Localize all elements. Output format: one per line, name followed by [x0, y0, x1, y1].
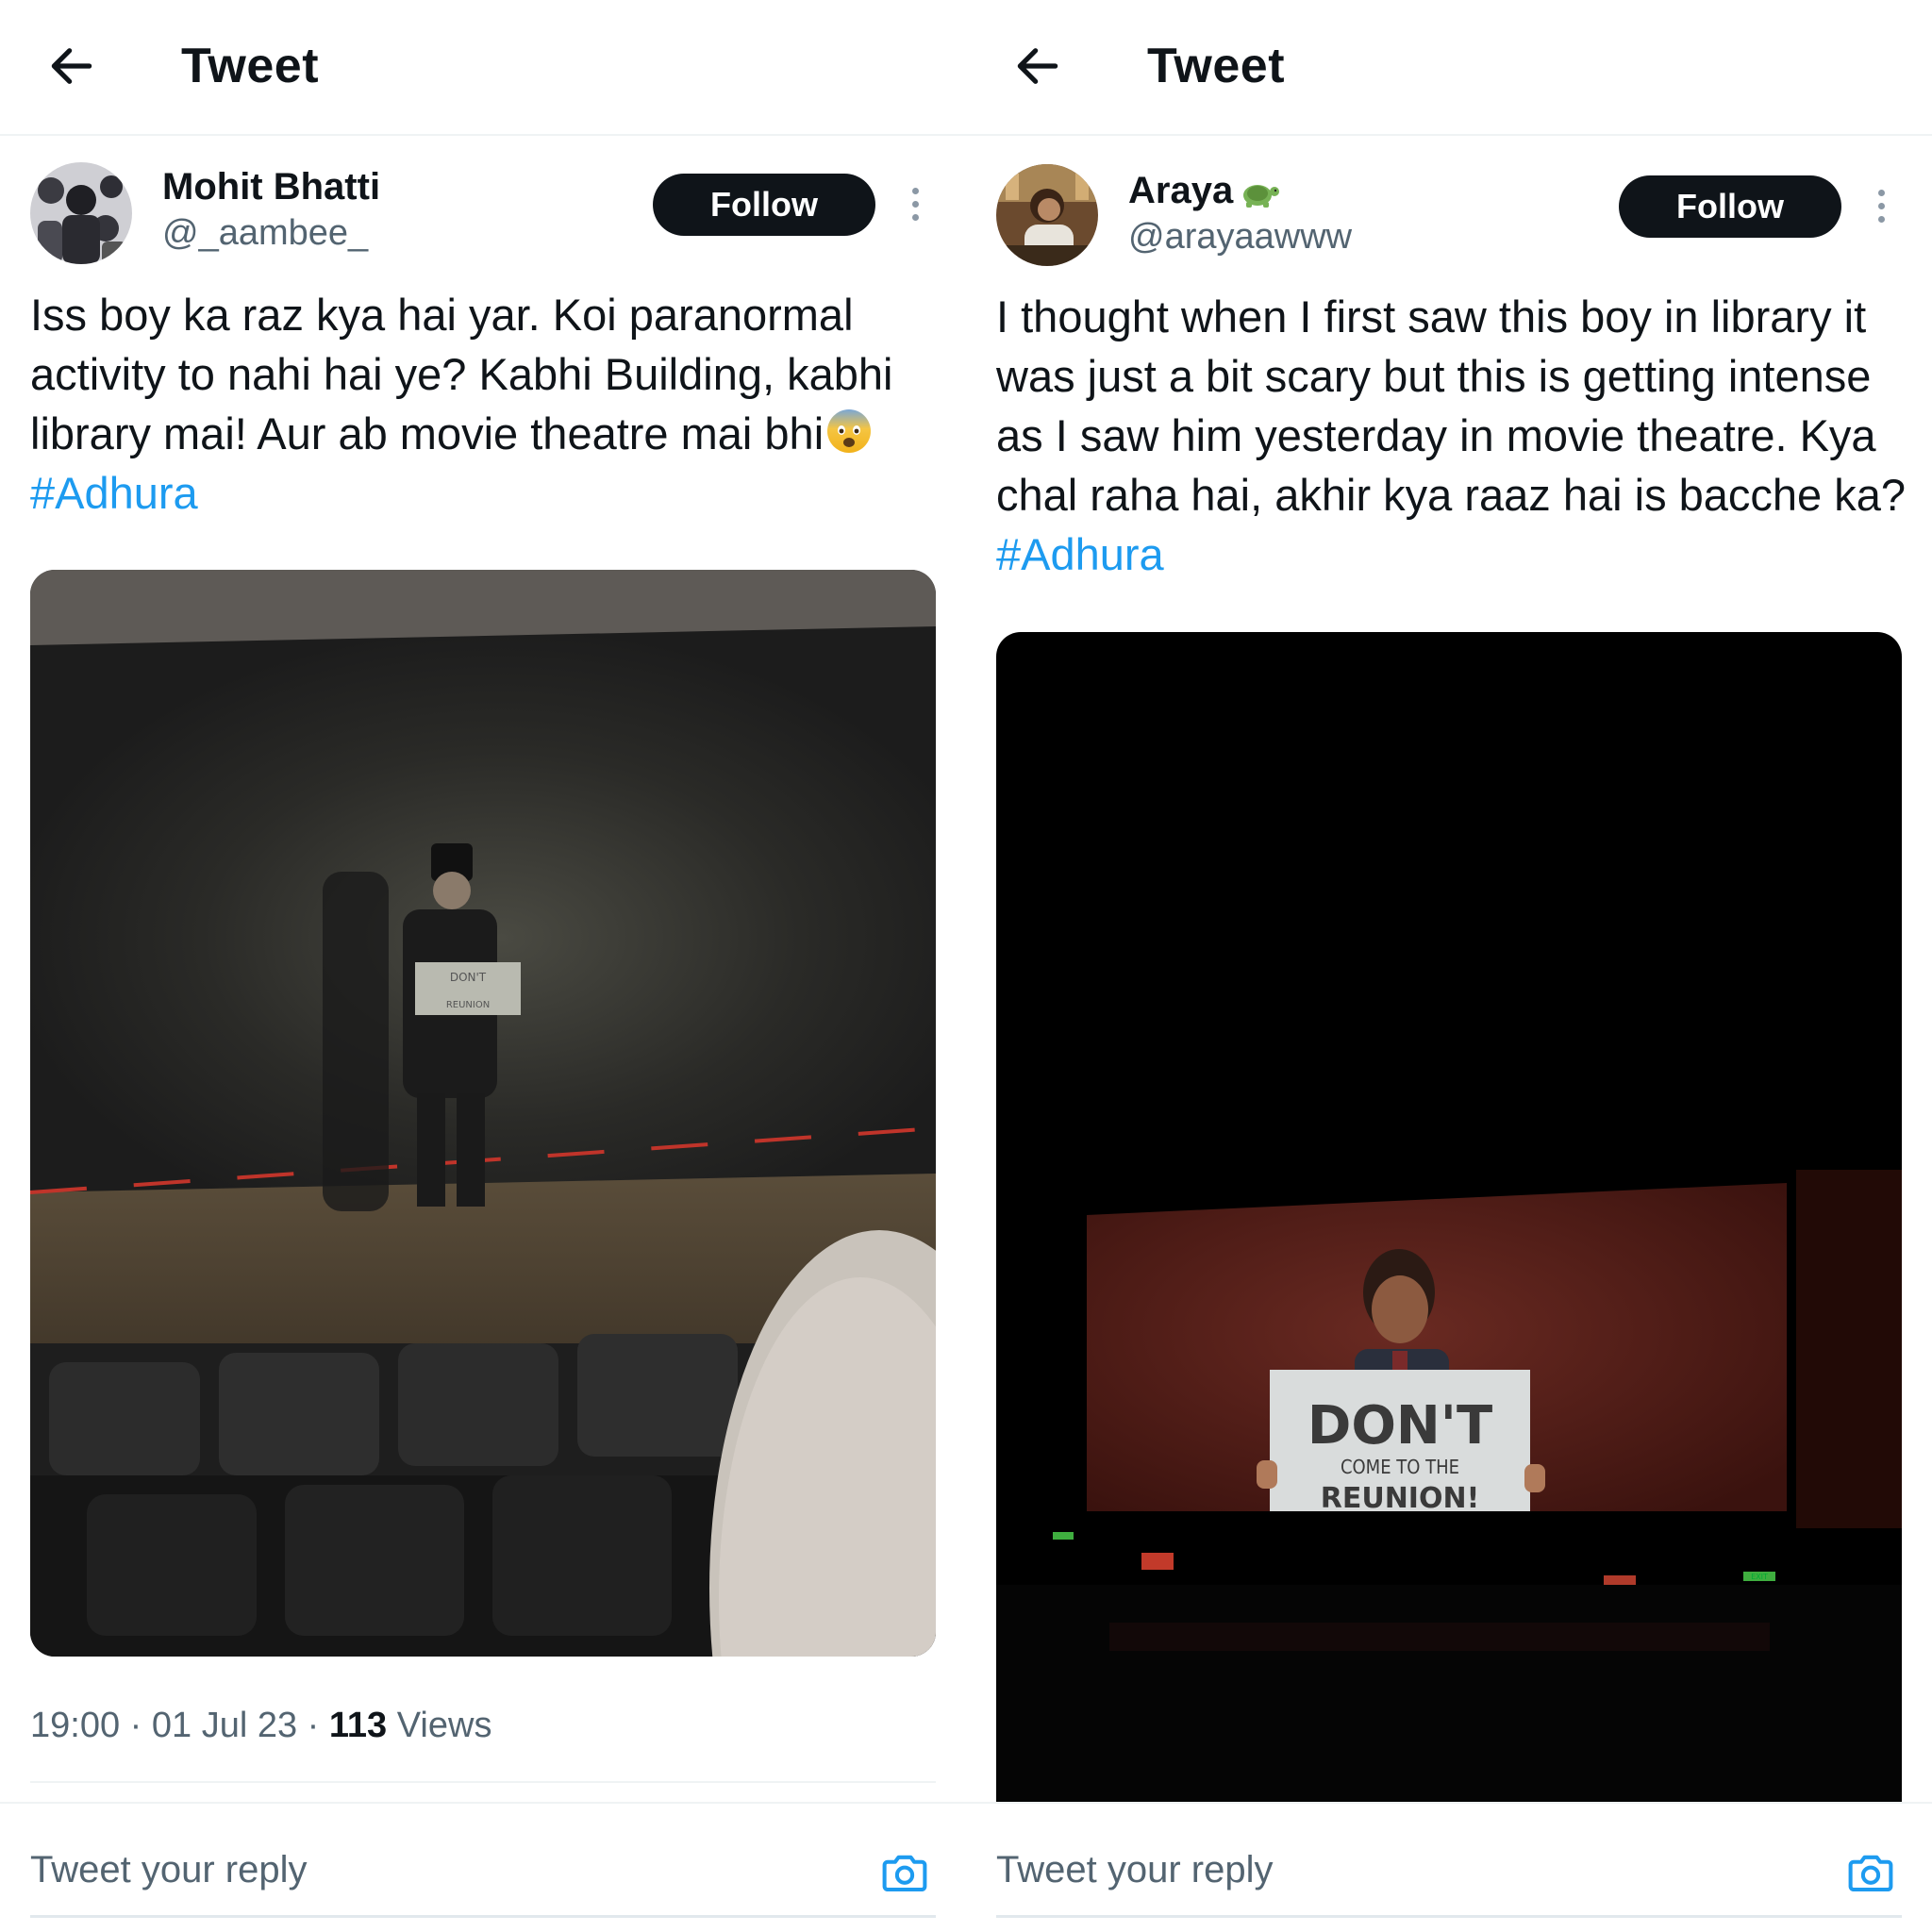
page-title: Tweet — [1147, 39, 1286, 93]
more-options-icon[interactable] — [1868, 185, 1894, 232]
tweet-media-photo[interactable]: DON'T COME TO THE REUNION! EXIT — [996, 632, 1902, 1802]
back-arrow-icon[interactable] — [45, 40, 98, 92]
fearful-face-icon — [827, 409, 872, 453]
hashtag-link[interactable]: #Adhura — [996, 529, 1164, 579]
theatre-stage-photo: DON'T REUNION — [30, 570, 936, 1657]
author-name-text: Araya — [1128, 170, 1234, 211]
theatre-screen-photo: DON'T COME TO THE REUNION! EXIT — [996, 632, 1902, 1802]
turtle-icon — [1243, 185, 1280, 208]
author-name[interactable]: Araya — [1128, 170, 1280, 212]
tweet-body: I thought when I first saw this boy in l… — [996, 291, 1907, 520]
tweet-text: Iss boy ka raz kya hai yar. Koi paranorm… — [30, 285, 950, 523]
header: Tweet — [966, 0, 1932, 136]
more-options-icon[interactable] — [902, 183, 928, 230]
reply-bar — [966, 1802, 1932, 1932]
exit-sign: EXIT — [1751, 1573, 1768, 1581]
back-arrow-icon[interactable] — [1011, 40, 1064, 92]
camera-icon[interactable] — [1845, 1847, 1896, 1898]
sign-text-reunion: REUNION! — [1321, 1482, 1480, 1515]
hashtag-link[interactable]: #Adhura — [30, 468, 198, 518]
tweet-body: Iss boy ka raz kya hai yar. Koi paranorm… — [30, 290, 893, 458]
tweet-meta: 19:00 · 01 Jul 23 · 113 Views — [30, 1706, 491, 1746]
tweet-pane-right: Tweet Araya @arayaawww Follow I thought … — [966, 0, 1932, 1932]
reply-bar — [0, 1802, 966, 1932]
sign-text-bottom: REUNION — [446, 1000, 490, 1010]
tweet-text: I thought when I first saw this boy in l… — [996, 287, 1916, 584]
header: Tweet — [0, 0, 966, 136]
avatar[interactable] — [996, 164, 1098, 266]
author-handle[interactable]: @_aambee_ — [162, 213, 368, 254]
meta-separator: · — [307, 1706, 320, 1745]
views-count: 113 — [328, 1706, 388, 1745]
avatar[interactable] — [30, 162, 132, 264]
tweet-pane-left: Tweet Mohit Bhatti @_aambee_ Follow Iss … — [0, 0, 966, 1932]
views-label: Views — [396, 1706, 492, 1745]
reply-input[interactable] — [996, 1849, 1807, 1891]
tweet-date: 01 Jul 23 — [151, 1706, 298, 1745]
follow-button[interactable]: Follow — [653, 174, 875, 236]
tweet-time: 19:00 — [30, 1706, 121, 1745]
meta-separator: · — [129, 1706, 142, 1745]
sign-text-dont: DON'T — [1307, 1395, 1492, 1457]
camera-icon[interactable] — [879, 1847, 930, 1898]
sign-text-top: DON'T — [450, 971, 487, 984]
page-title: Tweet — [181, 39, 320, 93]
follow-button[interactable]: Follow — [1619, 175, 1841, 238]
reply-underline — [996, 1915, 1902, 1918]
sign-text-come: COME TO THE — [1341, 1456, 1459, 1478]
tweet-media-photo[interactable]: DON'T REUNION — [30, 570, 936, 1657]
reply-underline — [30, 1915, 936, 1918]
divider — [30, 1781, 936, 1783]
reply-input[interactable] — [30, 1849, 841, 1891]
author-name[interactable]: Mohit Bhatti — [162, 166, 380, 208]
author-handle[interactable]: @arayaawww — [1128, 217, 1352, 258]
